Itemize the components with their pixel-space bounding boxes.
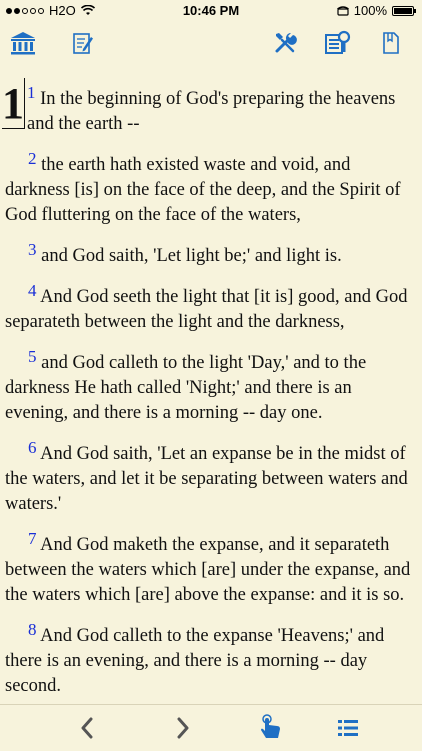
library-button[interactable]: [8, 28, 38, 58]
verse-text: And God saith, 'Let an expanse be in the…: [5, 444, 408, 514]
verse-4[interactable]: 4 And God seeth the light that [it is] g…: [0, 278, 422, 335]
verse-text: In the beginning of God's preparing the …: [27, 89, 396, 134]
next-chapter-button[interactable]: [168, 713, 198, 743]
verse-number: 7: [28, 529, 37, 548]
verse-number: 4: [28, 281, 37, 300]
bookmark-icon: [383, 32, 399, 54]
chapter-divider-vertical: [24, 78, 25, 128]
tap-hand-icon: [261, 714, 280, 738]
verse-1[interactable]: 1 In the beginning of God's preparing th…: [0, 64, 422, 137]
verse-number: 1: [27, 83, 36, 102]
battery-icon: [392, 5, 416, 16]
verse-text: the earth hath existed waste and void, a…: [5, 155, 401, 225]
status-right: 100%: [336, 3, 416, 18]
bottom-toolbar: [0, 704, 422, 751]
verse-5[interactable]: 5 and God calleth to the light 'Day,' an…: [0, 344, 422, 426]
contents-button[interactable]: [333, 713, 363, 743]
battery-percent: 100%: [353, 3, 387, 18]
verse-text: And God maketh the expanse, and it separ…: [5, 535, 411, 605]
tap-mode-button[interactable]: [256, 713, 286, 743]
verse-text: and God calleth to the light 'Day,' and …: [5, 353, 367, 423]
bookmark-button[interactable]: [376, 28, 406, 58]
notes-button[interactable]: [68, 28, 98, 58]
verse-number: 6: [28, 438, 37, 457]
previous-chapter-button[interactable]: [72, 713, 102, 743]
search-list-button[interactable]: [323, 28, 353, 58]
search-list-icon: [325, 30, 351, 54]
verse-3[interactable]: 3 and God saith, 'Let light be;' and lig…: [0, 237, 422, 269]
verse-text: And God seeth the light that [it is] goo…: [5, 287, 408, 332]
chevron-right-icon: [177, 717, 189, 739]
verse-text: and God saith, 'Let light be;' and light…: [36, 246, 342, 266]
phone-icon: [336, 5, 349, 16]
verse-8[interactable]: 8 And God calleth to the expanse 'Heaven…: [0, 617, 422, 699]
list-icon: [338, 720, 358, 736]
edit-notes-icon: [73, 33, 93, 54]
verse-text: And God calleth to the expanse 'Heavens;…: [5, 626, 385, 696]
status-bar: H2O 10:46 PM 100%: [0, 0, 422, 22]
library-icon: [11, 32, 35, 55]
chapter-block: 1 1 In the beginning of God's preparing …: [0, 64, 422, 137]
chapter-number: 1: [2, 79, 24, 128]
verse-number: 5: [28, 347, 37, 366]
verse-number: 8: [28, 620, 37, 639]
verse-6[interactable]: 6 And God saith, 'Let an expanse be in t…: [0, 435, 422, 517]
scripture-text: 1 1 In the beginning of God's preparing …: [0, 64, 422, 704]
verse-number: 2: [28, 149, 37, 168]
verse-number: 3: [28, 240, 37, 259]
verse-2[interactable]: 2 the earth hath existed waste and void,…: [0, 146, 422, 228]
chevron-left-icon: [81, 717, 93, 739]
tools-icon: [275, 33, 297, 53]
verse-7[interactable]: 7 And God maketh the expanse, and it sep…: [0, 526, 422, 608]
top-toolbar: [0, 22, 422, 64]
chapter-divider-horizontal: [2, 128, 25, 129]
tools-button[interactable]: [270, 28, 300, 58]
